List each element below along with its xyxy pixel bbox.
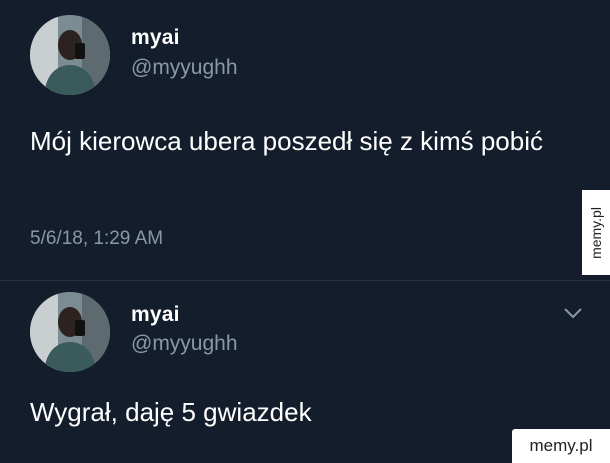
profile-photo-icon xyxy=(30,15,110,95)
profile-photo-icon xyxy=(30,292,110,372)
watermark-side-text: memy.pl xyxy=(588,206,604,259)
avatar[interactable] xyxy=(30,292,110,372)
tweet-timestamp[interactable]: 5/6/18, 1:29 AM xyxy=(30,228,163,250)
user-handle[interactable]: @myyughh xyxy=(131,56,238,80)
display-name[interactable]: myai xyxy=(131,26,180,50)
avatar[interactable] xyxy=(30,15,110,95)
watermark-side: memy.pl xyxy=(582,190,610,275)
chevron-down-icon[interactable] xyxy=(562,305,584,321)
user-handle[interactable]: @myyughh xyxy=(131,332,238,356)
main-tweet: myai @myyughh Mój kierowca ubera poszedł… xyxy=(0,0,610,280)
divider xyxy=(0,280,610,281)
watermark-corner: memy.pl xyxy=(512,429,610,463)
display-name[interactable]: myai xyxy=(131,303,180,327)
tweet-text: Mój kierowca ubera poszedł się z kimś po… xyxy=(30,126,543,156)
reply-text: Wygrał, daję 5 gwiazdek xyxy=(30,397,312,427)
